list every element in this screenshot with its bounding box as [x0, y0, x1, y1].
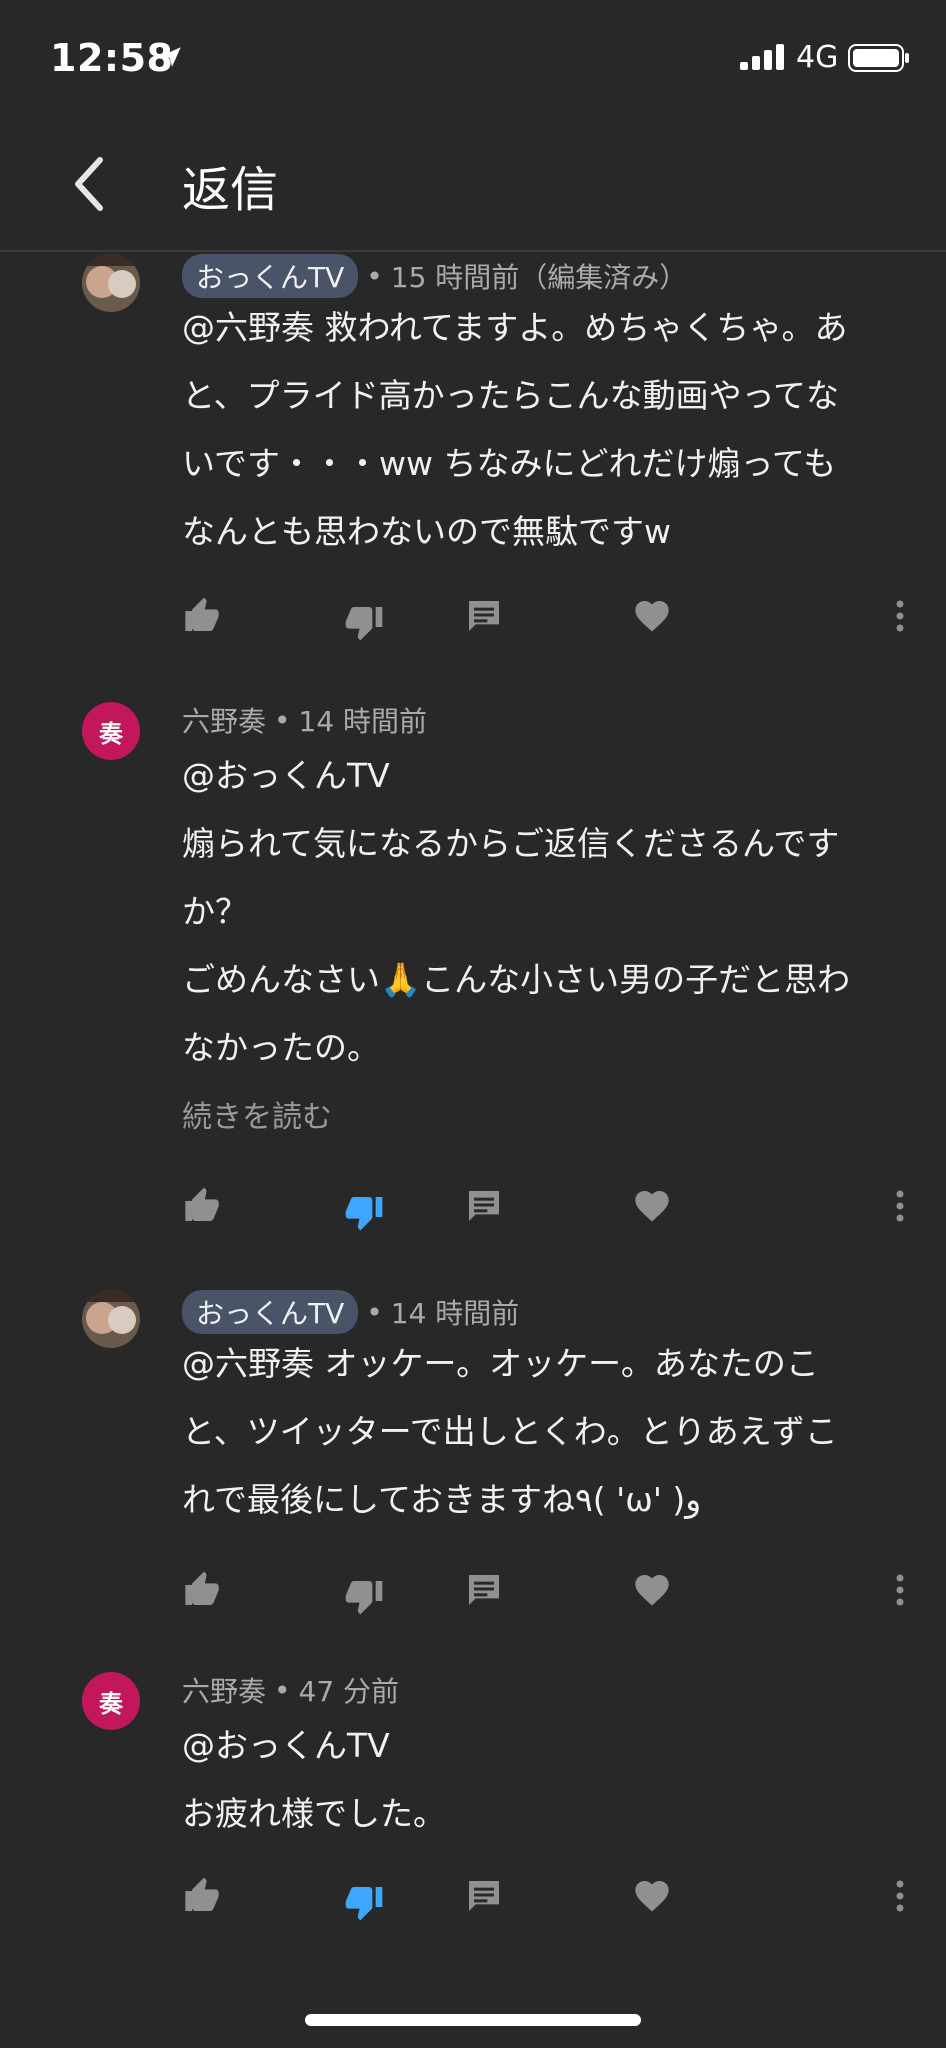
- comment-line: と、プライド高かったらこんな動画やってな: [182, 376, 840, 415]
- heart-icon[interactable]: [632, 596, 672, 640]
- comment-line: @おっくんTV: [182, 1726, 390, 1765]
- comment-line: @六野奏 オッケー。オッケー。あなたのこ: [182, 1344, 819, 1383]
- more-vert-icon[interactable]: [890, 1186, 910, 1230]
- author-name[interactable]: 六野奏: [182, 1670, 266, 1710]
- thumb-up-icon[interactable]: [180, 1570, 224, 1614]
- meta-separator: •: [366, 259, 383, 293]
- back-chevron-icon[interactable]: [68, 154, 108, 218]
- comment-line: @おっくんTV: [182, 756, 390, 795]
- more-vert-icon[interactable]: [890, 1570, 910, 1614]
- home-indicator[interactable]: [305, 2014, 641, 2026]
- header: 返信: [0, 120, 946, 252]
- comment-line: お疲れ様でした。: [182, 1794, 446, 1833]
- comment-meta: 六野奏 • 47 分前: [182, 1670, 399, 1710]
- reply-icon[interactable]: [464, 1186, 504, 1230]
- comment-meta: おっくんTV • 15 時間前（編集済み）: [182, 254, 687, 298]
- comment-meta: おっくんTV • 14 時間前: [182, 1290, 519, 1334]
- comment-time: 14 時間前: [298, 705, 428, 738]
- status-time: 12:58: [50, 36, 174, 80]
- meta-separator: •: [366, 1295, 383, 1329]
- thumb-down-icon[interactable]: [342, 1882, 386, 1926]
- thumb-down-icon[interactable]: [342, 602, 386, 646]
- comment-actions: [0, 596, 946, 652]
- avatar[interactable]: [82, 254, 140, 312]
- comment-line: 煽られて気になるからご返信くださるんです: [182, 824, 840, 863]
- meta-separator: •: [274, 1673, 291, 1707]
- more-vert-icon[interactable]: [890, 596, 910, 640]
- comment-text: @六野奏 救われてますよ。めちゃくちゃ。あ と、プライド高かったらこんな動画やっ…: [182, 294, 902, 566]
- comment-text: @おっくんTV 煽られて気になるからご返信くださるんです か？ ごめんなさい🙏こ…: [182, 742, 902, 1082]
- status-bar: 12:58 4G: [0, 0, 946, 120]
- thumb-up-icon[interactable]: [180, 596, 224, 640]
- comment-line: @六野奏 救われてますよ。めちゃくちゃ。あ: [182, 308, 848, 347]
- heart-icon[interactable]: [632, 1186, 672, 1230]
- comment-line: なかったの。: [182, 1028, 380, 1067]
- comment-time: 47 分前: [298, 1675, 400, 1708]
- comment-line: なんとも思わないので無駄ですw: [182, 512, 671, 551]
- comment-actions: [0, 1186, 946, 1242]
- battery-icon: [848, 44, 910, 76]
- reply-icon[interactable]: [464, 596, 504, 640]
- network-label: 4G: [796, 40, 839, 75]
- signal-icon: [740, 44, 786, 74]
- author-chip[interactable]: おっくんTV: [182, 254, 359, 298]
- comment-text: @六野奏 オッケー。オッケー。あなたのこ と、ツイッターで出しとくわ。とりあえず…: [182, 1330, 902, 1534]
- author-chip[interactable]: おっくんTV: [182, 1290, 359, 1334]
- thumb-down-icon[interactable]: [342, 1576, 386, 1620]
- thumb-up-icon[interactable]: [180, 1876, 224, 1920]
- avatar[interactable]: [82, 1290, 140, 1348]
- reply-icon[interactable]: [464, 1570, 504, 1614]
- thumb-up-icon[interactable]: [180, 1186, 224, 1230]
- comment-time: 15 時間前（編集済み）: [390, 261, 688, 294]
- author-name[interactable]: 六野奏: [182, 700, 266, 740]
- heart-icon[interactable]: [632, 1876, 672, 1920]
- comment-text: @おっくんTV お疲れ様でした。: [182, 1712, 902, 1848]
- thumb-down-icon[interactable]: [342, 1192, 386, 1236]
- avatar[interactable]: 奏: [82, 1672, 140, 1730]
- more-vert-icon[interactable]: [890, 1876, 910, 1920]
- location-arrow-icon: [158, 44, 184, 74]
- comment-line: いです・・・ww ちなみにどれだけ煽っても: [182, 444, 837, 483]
- page-title: 返信: [182, 162, 279, 218]
- comment-line: か？: [182, 892, 248, 931]
- comment-line: れで最後にしておきますね٩( 'ω' )و: [182, 1480, 702, 1519]
- comment-time: 14 時間前: [390, 1297, 520, 1330]
- comment-actions: [0, 1876, 946, 1932]
- comment-meta: 六野奏 • 14 時間前: [182, 700, 427, 740]
- comment-actions: [0, 1570, 946, 1626]
- reply-icon[interactable]: [464, 1876, 504, 1920]
- comment-line: と、ツイッターで出しとくわ。とりあえずこ: [182, 1412, 838, 1451]
- avatar[interactable]: 奏: [82, 702, 140, 760]
- heart-icon[interactable]: [632, 1570, 672, 1614]
- comment-line: ごめんなさい🙏こんな小さい男の子だと思わ: [182, 960, 851, 999]
- read-more-link[interactable]: 続きを読む: [182, 1092, 332, 1136]
- meta-separator: •: [274, 703, 291, 737]
